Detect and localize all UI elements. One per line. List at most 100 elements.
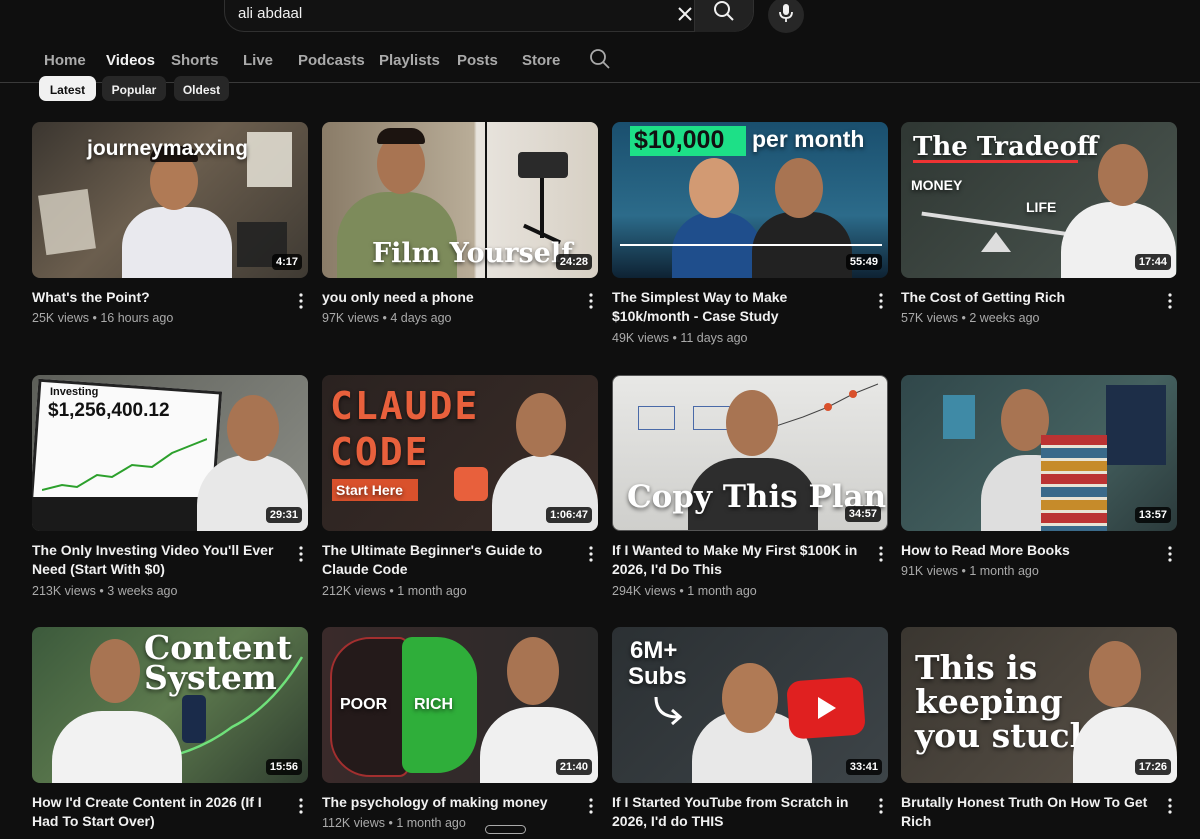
- video-meta: 25K views • 16 hours ago: [32, 311, 174, 325]
- duration-badge: 17:44: [1134, 254, 1171, 270]
- tab-posts[interactable]: Posts: [457, 52, 498, 69]
- video-title[interactable]: The Only Investing Video You'll Ever Nee…: [32, 541, 280, 579]
- upload-age: 16 hours ago: [100, 311, 174, 325]
- search-icon: [712, 0, 736, 28]
- video-thumbnail[interactable]: This is keeping you stuck 17:26: [901, 627, 1177, 783]
- duration-badge: 1:06:47: [546, 507, 592, 523]
- video-card[interactable]: Copy This Plan 34:57 If I Wanted to Make…: [612, 375, 888, 598]
- video-title[interactable]: The Ultimate Beginner's Guide to Claude …: [322, 541, 570, 579]
- upload-age: 1 month ago: [397, 584, 467, 598]
- more-options-icon[interactable]: [293, 292, 309, 310]
- video-thumbnail[interactable]: CLAUDE CODE Start Here 1:06:47: [322, 375, 598, 531]
- view-count: 57K views: [901, 311, 958, 325]
- video-card[interactable]: The Tradeoff MONEY LIFE 17:44 The Cost o…: [901, 122, 1177, 325]
- more-options-icon[interactable]: [873, 545, 889, 563]
- more-options-icon[interactable]: [583, 545, 599, 563]
- video-card[interactable]: CLAUDE CODE Start Here 1:06:47 The Ultim…: [322, 375, 598, 598]
- microphone-icon: [776, 2, 796, 29]
- video-title[interactable]: The psychology of making money: [322, 793, 570, 812]
- tab-home[interactable]: Home: [44, 52, 86, 69]
- video-thumbnail[interactable]: Investing $1,256,400.12 29:31: [32, 375, 308, 531]
- upload-age: 1 month ago: [969, 564, 1039, 578]
- more-options-icon[interactable]: [293, 545, 309, 563]
- video-title[interactable]: If I Started YouTube from Scratch in 202…: [612, 793, 860, 831]
- video-thumbnail[interactable]: 6M+ Subs 33:41: [612, 627, 888, 783]
- more-options-icon[interactable]: [583, 292, 599, 310]
- tab-live[interactable]: Live: [243, 52, 273, 69]
- thumbnail-subtext: CODE: [330, 430, 430, 474]
- video-card[interactable]: Content System 15:56 How I'd Create Cont…: [32, 627, 308, 829]
- tab-videos[interactable]: Videos: [106, 52, 155, 81]
- video-card[interactable]: $10,000 per month 55:49 The Simplest Way…: [612, 122, 888, 345]
- video-card[interactable]: journeymaxxing 4:17 What's the Point? 25…: [32, 122, 308, 325]
- video-meta: 294K views • 1 month ago: [612, 584, 757, 598]
- tab-podcasts[interactable]: Podcasts: [298, 52, 365, 69]
- video-meta: 112K views • 1 month ago: [322, 816, 466, 830]
- video-thumbnail[interactable]: 13:57: [901, 375, 1177, 531]
- video-thumbnail[interactable]: Copy This Plan 34:57: [612, 375, 888, 531]
- video-card[interactable]: Film Yourself 24:28 you only need a phon…: [322, 122, 598, 325]
- video-title[interactable]: How I'd Create Content in 2026 (If I Had…: [32, 793, 280, 831]
- video-title[interactable]: If I Wanted to Make My First $100K in 20…: [612, 541, 860, 579]
- more-options-icon[interactable]: [873, 797, 889, 815]
- tab-store[interactable]: Store: [522, 52, 560, 69]
- search-button[interactable]: [694, 0, 753, 32]
- view-count: 49K views: [612, 331, 669, 345]
- video-title[interactable]: What's the Point?: [32, 288, 280, 307]
- video-thumbnail[interactable]: The Tradeoff MONEY LIFE 17:44: [901, 122, 1177, 278]
- duration-badge: 21:40: [555, 759, 592, 775]
- video-card[interactable]: Investing $1,256,400.12 29:31 The Only I…: [32, 375, 308, 598]
- view-count: 294K views: [612, 584, 676, 598]
- more-options-icon[interactable]: [1162, 797, 1178, 815]
- more-options-icon[interactable]: [1162, 292, 1178, 310]
- thumbnail-subtext: per month: [752, 126, 865, 152]
- duration-badge: 4:17: [271, 254, 302, 270]
- video-thumbnail[interactable]: $10,000 per month 55:49: [612, 122, 888, 278]
- voice-search-button[interactable]: [768, 0, 804, 33]
- duration-badge: 24:28: [555, 254, 592, 270]
- search-bar[interactable]: ali abdaal: [224, 0, 754, 32]
- thumbnail-subtext: MONEY: [911, 177, 963, 193]
- tab-shorts[interactable]: Shorts: [171, 52, 219, 69]
- thumbnail-subtext: you stuck: [915, 716, 1093, 755]
- video-card[interactable]: This is keeping you stuck 17:26 Brutally…: [901, 627, 1177, 829]
- video-meta: 57K views • 2 weeks ago: [901, 311, 1040, 325]
- duration-badge: 55:49: [845, 254, 882, 270]
- duration-badge: 15:56: [265, 759, 302, 775]
- thumbnail-text: CLAUDE: [330, 384, 480, 428]
- video-title[interactable]: The Cost of Getting Rich: [901, 288, 1149, 307]
- video-title[interactable]: you only need a phone: [322, 288, 570, 307]
- video-title[interactable]: The Simplest Way to Make $10k/month - Ca…: [612, 288, 860, 326]
- more-options-icon[interactable]: [293, 797, 309, 815]
- more-options-icon[interactable]: [583, 797, 599, 815]
- video-meta: 213K views • 3 weeks ago: [32, 584, 178, 598]
- video-title[interactable]: Brutally Honest Truth On How To Get Rich: [901, 793, 1149, 831]
- channel-search-icon[interactable]: [589, 48, 611, 70]
- video-thumbnail[interactable]: Content System 15:56: [32, 627, 308, 783]
- video-thumbnail[interactable]: POOR RICH 21:40: [322, 627, 598, 783]
- more-options-icon[interactable]: [873, 292, 889, 310]
- thumbnail-text: The Tradeoff: [913, 132, 1099, 162]
- video-title[interactable]: How to Read More Books: [901, 541, 1149, 560]
- chip-latest[interactable]: Latest: [39, 76, 96, 101]
- view-count: 112K views: [322, 816, 385, 830]
- video-card[interactable]: 13:57 How to Read More Books 91K views •…: [901, 375, 1177, 578]
- video-thumbnail[interactable]: Film Yourself 24:28: [322, 122, 598, 278]
- more-options-icon[interactable]: [1162, 545, 1178, 563]
- video-meta: 49K views • 11 days ago: [612, 331, 748, 345]
- chip-popular[interactable]: Popular: [102, 76, 166, 101]
- tab-playlists[interactable]: Playlists: [379, 52, 440, 69]
- search-input[interactable]: ali abdaal: [238, 5, 302, 22]
- duration-badge: 13:57: [1134, 507, 1171, 523]
- view-count: 91K views: [901, 564, 958, 578]
- chip-oldest[interactable]: Oldest: [174, 76, 229, 101]
- thumbnail-subtext: LIFE: [1026, 199, 1057, 215]
- thumbnail-text: $1,256,400.12: [48, 400, 170, 421]
- video-card[interactable]: 6M+ Subs 33:41 If I Started YouTube from…: [612, 627, 888, 829]
- duration-badge: 34:57: [844, 506, 881, 522]
- video-card[interactable]: POOR RICH 21:40 The psychology of making…: [322, 627, 598, 830]
- upload-age: 11 days ago: [680, 331, 748, 345]
- thumbnail-subtext: RICH: [414, 696, 454, 713]
- video-thumbnail[interactable]: journeymaxxing 4:17: [32, 122, 308, 278]
- thumbnail-text: Film Yourself: [372, 238, 573, 269]
